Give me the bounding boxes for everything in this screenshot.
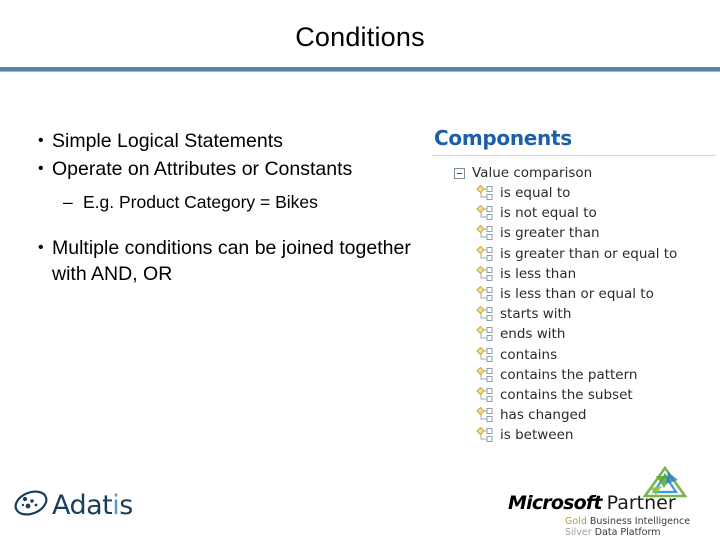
tree-item[interactable]: is less than	[476, 264, 720, 284]
microsoft-partner-wordmark: Microsoft Partner	[508, 492, 676, 514]
tree-item-label: is equal to	[500, 185, 571, 202]
tree-group-value-comparison[interactable]: Value comparison	[454, 163, 720, 183]
tree-item-label: has changed	[500, 407, 587, 424]
collapse-minus-icon[interactable]	[454, 167, 465, 179]
tree-item-label: is greater than	[500, 225, 600, 242]
adatis-name-start: Adat	[52, 490, 113, 521]
tree-item[interactable]: is greater than or equal to	[476, 244, 720, 264]
condition-node-icon	[476, 265, 494, 282]
condition-node-icon	[476, 285, 494, 302]
competency-gold: Gold Business Intelligence	[565, 516, 690, 527]
tree-item-label: starts with	[500, 306, 572, 323]
tree-item-label: is less than or equal to	[500, 286, 654, 303]
bullet-marker-icon: •	[38, 132, 44, 149]
partner-label: Partner	[606, 492, 676, 514]
tree-children: is equal to is not equal to is greater t…	[454, 183, 720, 445]
condition-node-icon	[476, 406, 494, 423]
sub-bullet-text: E.g. Product Category = Bikes	[83, 192, 318, 212]
dash-marker-icon: –	[63, 192, 73, 212]
tree-item[interactable]: is not equal to	[476, 203, 720, 223]
bullet-text: Simple Logical Statements	[52, 130, 283, 152]
tree-item[interactable]: contains	[476, 345, 720, 365]
tree-item[interactable]: is between	[476, 425, 720, 445]
tree-item[interactable]: contains the pattern	[476, 365, 720, 385]
condition-node-icon	[476, 306, 494, 322]
tree-item[interactable]: is equal to	[476, 183, 720, 203]
tree-group-label: Value comparison	[472, 165, 593, 181]
bullet-marker-icon: •	[38, 160, 44, 177]
tree-item[interactable]: is less than or equal to	[476, 284, 720, 304]
condition-node-icon	[476, 427, 494, 443]
competency-silver-level: Silver	[565, 527, 592, 538]
components-panel: Components Value comparison is equal to	[432, 126, 720, 445]
tree-item[interactable]: starts with	[476, 304, 720, 324]
tree-item-label: is less than	[500, 265, 577, 282]
tree-item-label: is not equal to	[500, 205, 597, 222]
tree-item-label: ends with	[500, 326, 566, 343]
adatis-logo: Adatis	[13, 487, 133, 524]
bullet-marker-icon: •	[38, 239, 44, 256]
page-title: Conditions	[295, 22, 425, 52]
tree-item-label: is greater than or equal to	[500, 245, 678, 262]
condition-node-icon	[476, 245, 494, 262]
condition-node-icon	[476, 366, 494, 383]
condition-node-icon	[476, 205, 494, 221]
tree-item[interactable]: ends with	[476, 324, 720, 344]
bullet-list: • Simple Logical Statements • Operate on…	[26, 128, 426, 289]
tree-item-label: is between	[500, 427, 574, 444]
competency-gold-level: Gold	[565, 516, 587, 527]
condition-node-icon	[476, 184, 494, 201]
condition-node-icon	[476, 326, 494, 342]
condition-node-icon	[476, 225, 494, 241]
tree-item-label: contains the subset	[500, 386, 633, 403]
bullet-text: Operate on Attributes or Constants	[52, 158, 353, 180]
microsoft-partner-logo: Microsoft Partner Gold Business Intellig…	[508, 465, 708, 538]
adatis-wordmark: Adatis	[52, 490, 133, 521]
competency-silver: Silver Data Platform	[565, 527, 661, 538]
tree-item[interactable]: has changed	[476, 405, 720, 425]
list-item: • Multiple conditions can be joined toge…	[26, 235, 426, 287]
adatis-name-end: s	[119, 490, 133, 521]
list-item: • Simple Logical Statements	[26, 128, 426, 154]
list-item: • Operate on Attributes or Constants	[26, 156, 426, 182]
condition-node-icon	[476, 346, 494, 363]
tree-item[interactable]: is greater than	[476, 223, 720, 243]
sub-list-item: – E.g. Product Category = Bikes	[26, 190, 426, 215]
panel-divider	[432, 155, 716, 156]
tree-item-label: contains the pattern	[500, 366, 638, 383]
tree-item-label: contains	[500, 346, 558, 363]
condition-node-icon	[476, 386, 494, 403]
competency-gold-name: Business Intelligence	[589, 516, 691, 527]
panel-title: Components	[434, 126, 572, 150]
condition-tree: Value comparison is equal to is not equa…	[432, 163, 720, 445]
tree-item[interactable]: contains the subset	[476, 385, 720, 405]
bullet-text: Multiple conditions can be joined togeth…	[52, 237, 411, 285]
microsoft-brand: Microsoft	[508, 492, 602, 514]
adatis-mark-icon	[13, 487, 49, 524]
title-divider-secondary	[0, 71, 720, 72]
competency-silver-name: Data Platform	[594, 527, 661, 538]
